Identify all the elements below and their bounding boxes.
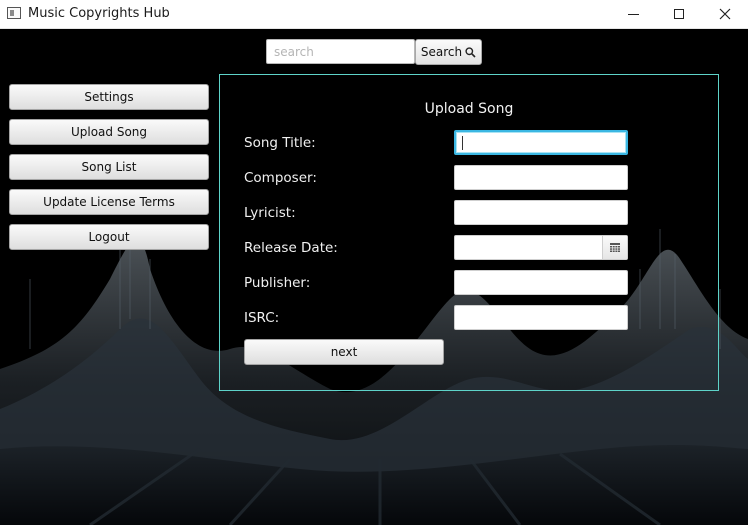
close-icon [719,8,731,20]
next-button-label: next [330,345,358,359]
composer-field[interactable] [454,165,628,190]
sidebar-item-label: Song List [81,160,137,174]
app-icon [7,7,21,19]
release-date-label: Release Date: [244,240,338,256]
release-date-field[interactable] [454,235,628,260]
maximize-icon [674,9,684,19]
sidebar-item-label: Update License Terms [43,195,175,209]
minimize-button[interactable] [610,0,656,28]
search-button-label: Search [420,45,463,59]
isrc-field[interactable] [454,305,628,330]
search-icon [465,46,476,58]
song-title-label: Song Title: [244,135,316,151]
sidebar-item-logout[interactable]: Logout [9,224,209,250]
text-caret [462,136,463,150]
title-bar: Music Copyrights Hub [0,0,748,29]
sidebar-item-label: Settings [84,90,134,104]
sidebar-item-song-list[interactable]: Song List [9,154,209,180]
publisher-label: Publisher: [244,275,311,291]
lyricist-field[interactable] [454,200,628,225]
minimize-icon [627,13,639,15]
isrc-label: ISRC: [244,310,280,326]
form-title: Upload Song [424,101,514,117]
sidebar-item-upload-song[interactable]: Upload Song [9,119,209,145]
search-input[interactable] [266,39,415,64]
sidebar-item-update-license-terms[interactable]: Update License Terms [9,189,209,215]
sidebar-item-settings[interactable]: Settings [9,84,209,110]
date-picker-button[interactable] [602,236,627,259]
song-title-field[interactable] [454,130,628,155]
main-content: Search Settings Upload Song Song List Up… [0,29,748,525]
sidebar-item-label: Logout [88,230,130,244]
calendar-icon [610,243,620,252]
publisher-field[interactable] [454,270,628,295]
close-button[interactable] [702,0,748,28]
lyricist-label: Lyricist: [244,205,296,221]
upload-song-form: Upload Song Song Title: Composer: Lyrici… [219,74,719,391]
window-title: Music Copyrights Hub [28,6,170,21]
search-button[interactable]: Search [415,39,482,65]
sidebar-item-label: Upload Song [70,125,148,139]
maximize-button[interactable] [656,0,702,28]
composer-label: Composer: [244,170,317,186]
next-button[interactable]: next [244,339,444,365]
